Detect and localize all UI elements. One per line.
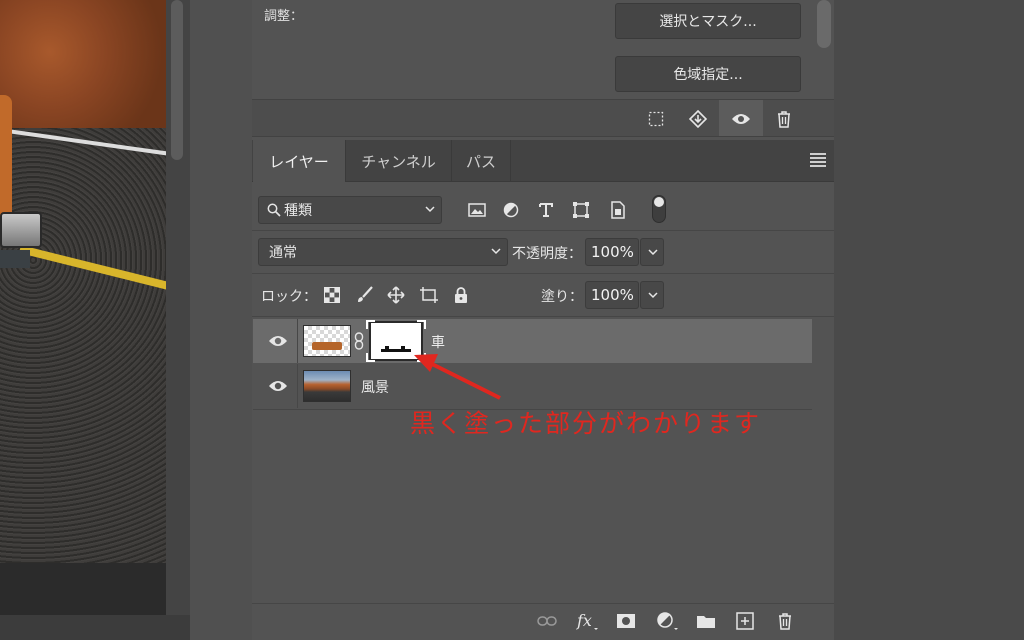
tab-layers[interactable]: レイヤー [253, 140, 345, 182]
opacity-input[interactable]: 100% [585, 238, 639, 266]
annotation-arrow [414, 354, 501, 400]
filter-value: 種類 [284, 203, 312, 219]
adjustment-layer-icon[interactable] [656, 610, 678, 632]
divider [252, 316, 834, 317]
chevron-down-icon [491, 248, 501, 255]
tab-channels[interactable]: チャンネル [345, 140, 451, 182]
artboard-lock-icon[interactable] [418, 284, 440, 306]
brush-icon[interactable] [354, 284, 376, 306]
layer-filter-select[interactable]: 種類 [258, 196, 442, 224]
chevron-down-icon [648, 292, 658, 299]
eye-icon[interactable] [730, 108, 752, 130]
delete-layer-icon[interactable] [774, 610, 796, 632]
filter-toggle[interactable] [652, 195, 666, 223]
search-icon [267, 203, 281, 217]
canvas-road-area [0, 128, 166, 563]
type-filter-icon[interactable] [535, 198, 557, 222]
load-selection-icon[interactable] [645, 108, 667, 130]
panel-menu-icon[interactable] [810, 153, 826, 167]
fx-icon[interactable]: fx [576, 610, 598, 632]
layer-row-car[interactable]: 車 [253, 319, 812, 363]
canvas-bottom-strip [0, 563, 166, 615]
shape-filter-icon[interactable] [570, 198, 592, 222]
divider [297, 319, 298, 363]
link-layers-icon[interactable] [536, 610, 558, 632]
lock-icon[interactable] [450, 284, 472, 306]
add-mask-icon[interactable] [615, 610, 637, 632]
canvas-horizontal-scroll[interactable] [0, 615, 190, 640]
tab-paths[interactable]: パス [451, 140, 511, 182]
canvas-rock-area [0, 0, 166, 130]
properties-scroll-thumb[interactable] [817, 0, 831, 48]
car-thumbnail-image [312, 342, 342, 350]
divider [252, 273, 834, 274]
eye-icon[interactable] [267, 330, 289, 352]
link-icon[interactable] [354, 332, 364, 350]
opacity-dropdown[interactable] [640, 238, 664, 266]
fill-label: 塗り： [541, 289, 583, 305]
lock-label: ロック： [261, 289, 317, 305]
image-filter-icon[interactable] [466, 198, 488, 222]
document-canvas[interactable] [0, 0, 166, 563]
lock-transparency-icon[interactable] [321, 284, 343, 306]
new-layer-icon[interactable] [734, 610, 756, 632]
layer-name: 風景 [361, 380, 389, 396]
select-and-mask-button[interactable]: 選択とマスク... [615, 3, 801, 39]
trash-icon[interactable] [773, 108, 795, 130]
chevron-down-icon [648, 249, 658, 256]
fill-dropdown[interactable] [640, 281, 664, 309]
canvas-scroll-thumb[interactable] [171, 0, 183, 160]
layer-thumbnail[interactable] [303, 325, 351, 357]
move-icon[interactable] [385, 284, 407, 306]
blend-mode-value: 通常 [269, 245, 297, 261]
fill-input[interactable]: 100% [585, 281, 639, 309]
car-bumper [0, 250, 30, 268]
opacity-label: 不透明度： [512, 246, 582, 262]
svg-text:fx: fx [576, 611, 592, 630]
layer-row-scenery[interactable]: 風景 [253, 364, 812, 408]
smart-object-filter-icon[interactable] [607, 198, 629, 222]
color-range-button[interactable]: 色域指定... [615, 56, 801, 92]
blend-mode-select[interactable]: 通常 [258, 238, 508, 266]
adjust-label: 調整： [264, 9, 304, 24]
panel-gutter [190, 0, 252, 640]
divider [297, 364, 298, 408]
layer-thumbnail[interactable] [303, 370, 351, 402]
chevron-down-icon [425, 206, 435, 213]
folder-icon[interactable] [695, 610, 717, 632]
divider [252, 230, 834, 231]
car-body [0, 95, 12, 220]
car-headlight [0, 212, 42, 248]
adjustment-filter-icon[interactable] [500, 198, 522, 222]
apply-mask-icon[interactable] [687, 108, 709, 130]
right-empty-area [834, 0, 1024, 640]
annotation-text: 黒く塗った部分がわかります [410, 409, 762, 438]
eye-icon[interactable] [267, 375, 289, 397]
